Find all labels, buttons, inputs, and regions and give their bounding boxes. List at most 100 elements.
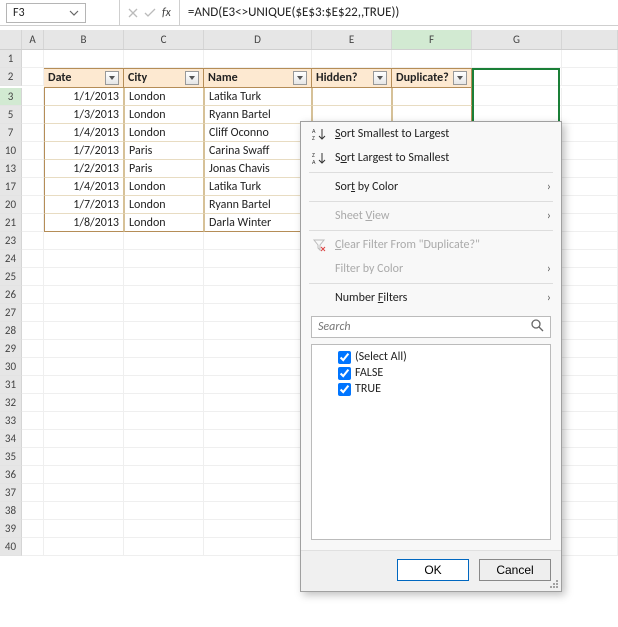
cell[interactable]	[562, 50, 618, 68]
filter-button[interactable]	[373, 71, 387, 85]
table-cell[interactable]: 1/4/2013	[44, 178, 124, 196]
cell[interactable]	[22, 196, 44, 214]
row-header[interactable]: 21	[0, 214, 22, 232]
cell[interactable]	[44, 448, 124, 466]
cell[interactable]	[22, 394, 44, 412]
cell[interactable]	[22, 142, 44, 160]
row-header[interactable]: 10	[0, 142, 22, 160]
cell[interactable]	[22, 430, 44, 448]
cell[interactable]	[124, 376, 204, 394]
filter-button[interactable]	[185, 71, 199, 85]
cell[interactable]	[472, 50, 562, 68]
table-cell[interactable]: London	[124, 106, 204, 124]
row-header[interactable]: 32	[0, 394, 22, 412]
cell[interactable]	[124, 502, 204, 520]
cell[interactable]	[124, 484, 204, 502]
col-header[interactable]: D	[204, 30, 312, 49]
row-header[interactable]: 35	[0, 448, 22, 466]
row-header[interactable]: 28	[0, 322, 22, 340]
name-box[interactable]: F3	[6, 3, 86, 23]
sort-descending[interactable]: ZA Sort Largest to Smallest	[301, 146, 561, 170]
cell[interactable]	[124, 520, 204, 538]
cell[interactable]	[124, 304, 204, 322]
cell[interactable]	[392, 50, 472, 68]
row-header[interactable]: 40	[0, 538, 22, 556]
table-cell[interactable]: 1/1/2013	[44, 88, 124, 106]
cell[interactable]	[562, 520, 618, 538]
cell[interactable]	[22, 502, 44, 520]
cell[interactable]	[204, 502, 312, 520]
cell[interactable]	[204, 358, 312, 376]
table-cell[interactable]: 1/3/2013	[44, 106, 124, 124]
cell[interactable]	[204, 304, 312, 322]
cell[interactable]	[204, 268, 312, 286]
table-cell[interactable]: London	[124, 214, 204, 232]
row-header[interactable]: 30	[0, 358, 22, 376]
cell[interactable]	[472, 88, 562, 106]
cell[interactable]	[562, 232, 618, 250]
table-cell[interactable]: Paris	[124, 160, 204, 178]
row-header[interactable]: 34	[0, 430, 22, 448]
cell[interactable]	[22, 232, 44, 250]
cell[interactable]	[22, 124, 44, 142]
cell[interactable]	[204, 322, 312, 340]
cell[interactable]	[124, 268, 204, 286]
cell[interactable]	[562, 124, 618, 142]
row-header[interactable]: 27	[0, 304, 22, 322]
row-header[interactable]: 20	[0, 196, 22, 214]
cell[interactable]	[562, 160, 618, 178]
table-header[interactable]: Duplicate?	[392, 68, 472, 88]
cell[interactable]	[44, 232, 124, 250]
cell[interactable]	[22, 538, 44, 556]
cell[interactable]	[22, 322, 44, 340]
row-header[interactable]: 36	[0, 466, 22, 484]
cell[interactable]	[124, 448, 204, 466]
cell[interactable]	[22, 286, 44, 304]
cell[interactable]	[44, 412, 124, 430]
row-header[interactable]: 7	[0, 124, 22, 142]
row-header[interactable]: 17	[0, 178, 22, 196]
cell[interactable]	[204, 484, 312, 502]
cell[interactable]	[562, 142, 618, 160]
cell[interactable]	[124, 286, 204, 304]
table-cell[interactable]: London	[124, 124, 204, 142]
cell[interactable]	[562, 304, 618, 322]
table-cell[interactable]: Latika Turk	[204, 88, 312, 106]
table-cell[interactable]: Ryann Bartel	[204, 106, 312, 124]
row-header[interactable]: 24	[0, 250, 22, 268]
filter-button[interactable]	[105, 71, 119, 85]
cell[interactable]	[22, 88, 44, 106]
cell[interactable]	[22, 268, 44, 286]
table-header[interactable]: City	[124, 68, 204, 88]
table-cell[interactable]: 1/4/2013	[44, 124, 124, 142]
cell[interactable]	[124, 232, 204, 250]
checkbox-select-all[interactable]	[338, 351, 351, 364]
table-cell[interactable]: 1/2/2013	[44, 160, 124, 178]
cell[interactable]	[562, 430, 618, 448]
col-header[interactable]: G	[472, 30, 562, 49]
col-header[interactable]	[562, 30, 618, 49]
cell[interactable]	[204, 430, 312, 448]
cancel-button[interactable]: Cancel	[479, 559, 551, 581]
table-header[interactable]: Hidden?	[312, 68, 392, 88]
row-header[interactable]: 25	[0, 268, 22, 286]
cell[interactable]	[44, 502, 124, 520]
cell[interactable]	[22, 160, 44, 178]
cell[interactable]	[124, 358, 204, 376]
checkbox-false[interactable]	[338, 367, 351, 380]
ok-button[interactable]: OK	[397, 559, 469, 581]
cell[interactable]	[124, 50, 204, 68]
cell[interactable]	[562, 538, 618, 556]
row-header[interactable]: 37	[0, 484, 22, 502]
cell[interactable]	[44, 250, 124, 268]
cell[interactable]	[22, 520, 44, 538]
tree-item-false[interactable]: FALSE	[318, 365, 544, 381]
cell[interactable]	[562, 106, 618, 124]
resize-grip-icon[interactable]	[549, 579, 559, 589]
cell[interactable]	[124, 250, 204, 268]
cell[interactable]	[124, 340, 204, 358]
cell[interactable]	[22, 50, 44, 68]
cell[interactable]	[204, 376, 312, 394]
cell[interactable]	[124, 412, 204, 430]
cell[interactable]	[44, 466, 124, 484]
